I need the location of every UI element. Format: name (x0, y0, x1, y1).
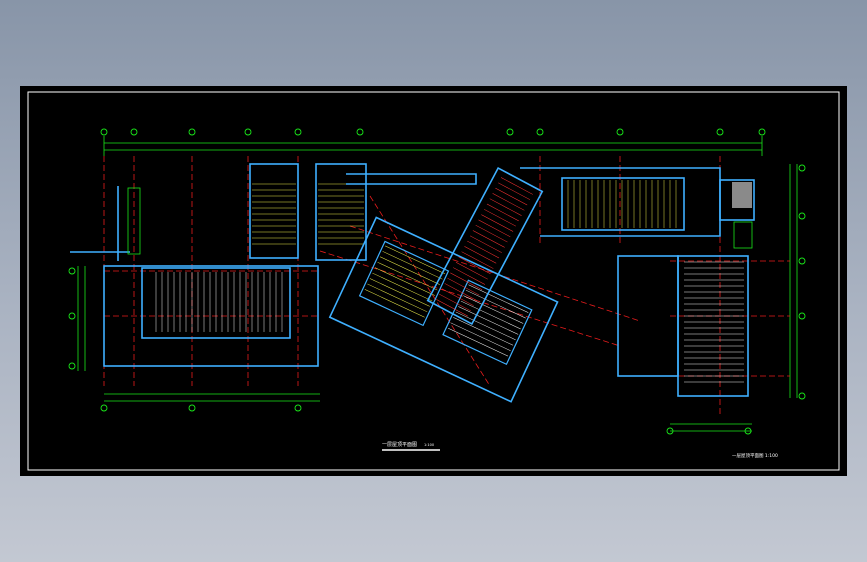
left-top-hatch (252, 183, 364, 245)
rotated-wing-2 (426, 166, 544, 326)
bottom-dimension-chain (104, 393, 752, 432)
cad-viewport[interactable]: 一层屋顶平面图 1:100 一层屋顶平面图 1:100 (20, 86, 847, 476)
main-title: 一层屋顶平面图 (382, 442, 417, 448)
right-vertical-hatch (684, 261, 744, 383)
right-vertical-wing (617, 179, 755, 397)
top-dimension-chain (103, 136, 763, 156)
right-dimension-chain (789, 164, 798, 398)
floor-plan-drawing: 一层屋顶平面图 1:100 一层屋顶平面图 1:100 (27, 91, 840, 471)
drawing-frame (27, 91, 840, 471)
left-wing-walls (70, 163, 367, 367)
left-dimension-chain (77, 266, 86, 371)
main-scale: 1:100 (424, 443, 434, 447)
left-wing-hatch (155, 272, 283, 332)
side-title: 一层屋顶平面图 1:100 (732, 453, 778, 459)
right-green-stair (733, 221, 753, 249)
right-upper-hatch (567, 180, 677, 228)
right-gray-core (732, 182, 752, 208)
